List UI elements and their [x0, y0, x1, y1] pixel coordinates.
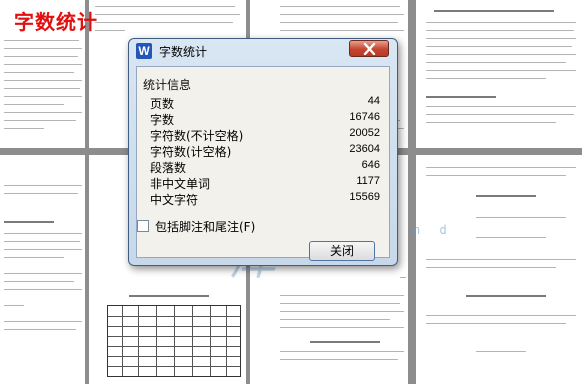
banner-title: 字数统计: [14, 10, 98, 34]
stat-label: 非中文单词: [150, 177, 211, 191]
include-notes-checkbox[interactable]: [137, 220, 149, 232]
close-window-button[interactable]: [349, 40, 389, 57]
close-icon: [363, 43, 376, 55]
stat-label: 字符数(不计空格): [150, 129, 244, 143]
close-button[interactable]: 关闭: [309, 241, 375, 261]
stat-row-chars-with-spaces: 字符数(计空格) 23604: [150, 143, 380, 159]
stat-value: 20052: [349, 127, 380, 139]
stat-value: 16746: [349, 111, 380, 123]
stat-label: 页数: [150, 97, 175, 111]
stat-label: 段落数: [150, 161, 187, 175]
stat-row-non-chinese-words: 非中文单词 1177: [150, 175, 380, 191]
dialog-titlebar[interactable]: W 字数统计: [129, 39, 397, 63]
word-count-dialog: W 字数统计 统计信息 页数 44 字数 16746 字符数(不计空格) 200…: [128, 38, 398, 266]
document-page-thumbnail: [416, 0, 582, 148]
stat-label: 字数: [150, 113, 175, 127]
stat-row-words: 字数 16746: [150, 111, 380, 127]
stat-row-chinese-chars: 中文字符 15569: [150, 191, 380, 207]
stat-value: 44: [367, 95, 380, 107]
stat-value: 15569: [349, 191, 380, 203]
stat-row-pages: 页数 44: [150, 95, 380, 111]
dialog-title: 字数统计: [159, 45, 208, 59]
stat-value: 23604: [349, 143, 380, 155]
statistics-section-label: 统计信息: [143, 78, 192, 92]
stat-value: 646: [361, 159, 380, 171]
stat-label: 中文字符: [150, 193, 199, 207]
document-page-thumbnail: [416, 155, 582, 384]
wps-writer-icon: W: [136, 43, 152, 59]
stat-row-chars-no-spaces: 字符数(不计空格) 20052: [150, 127, 380, 143]
stat-value: 1177: [356, 175, 380, 187]
document-page-thumbnail: [0, 155, 85, 384]
stat-label: 字符数(计空格): [150, 145, 232, 159]
include-notes-label[interactable]: 包括脚注和尾注(F): [155, 218, 255, 235]
stat-row-paragraphs: 段落数 646: [150, 159, 380, 175]
